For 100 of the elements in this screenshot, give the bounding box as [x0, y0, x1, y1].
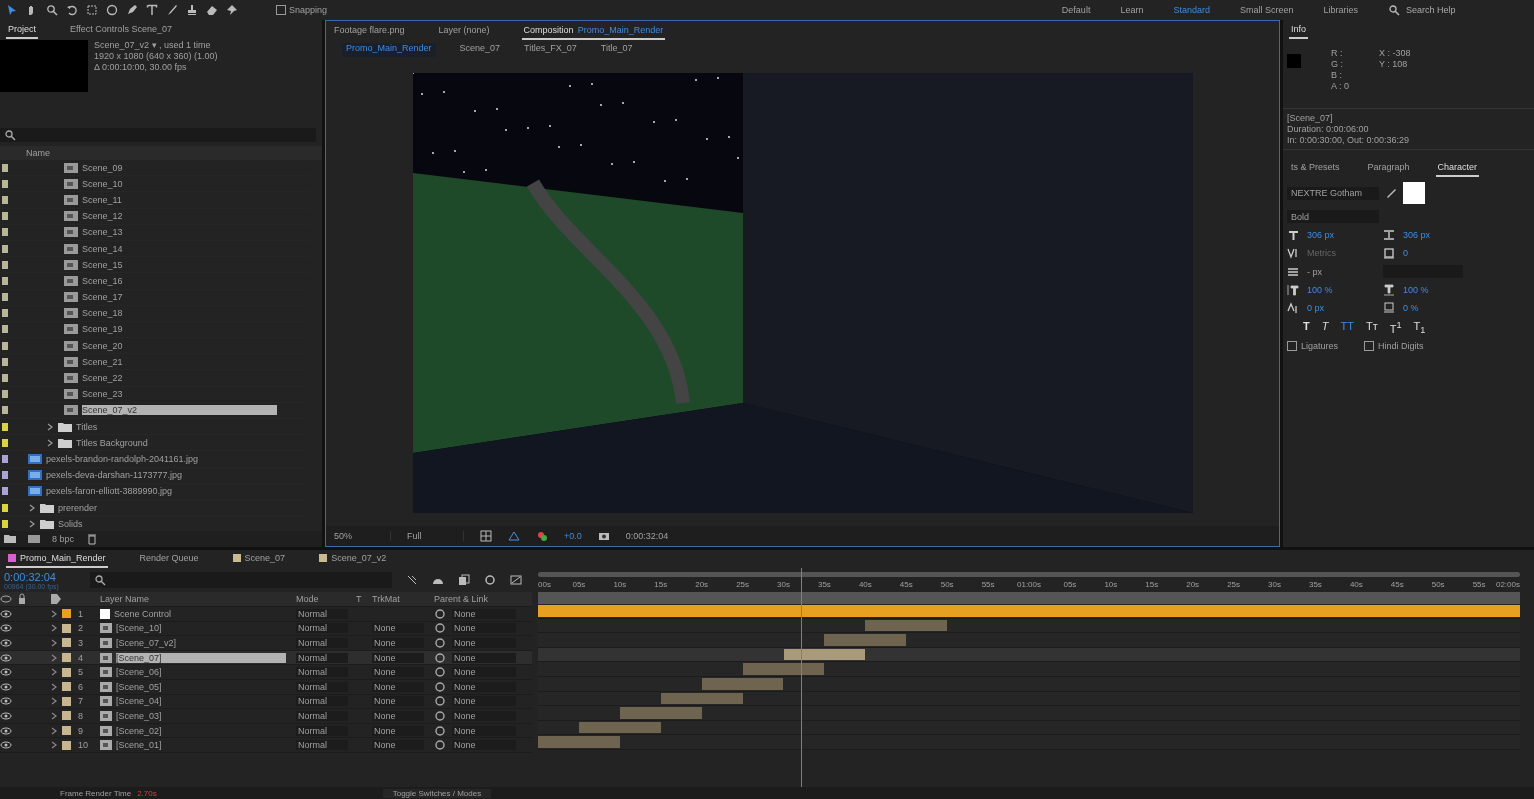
label-color-swatch[interactable] [2, 260, 8, 269]
workspace-tab[interactable]: Small Screen [1239, 5, 1294, 15]
label-color-swatch[interactable] [62, 609, 71, 619]
column-header[interactable]: T [356, 594, 372, 604]
column-header[interactable]: Name [26, 148, 50, 158]
layer-row[interactable]: 1 Scene Control Normal None [0, 607, 532, 622]
project-item[interactable]: pexels-brandon-randolph-2041161.jpg [0, 451, 308, 468]
workspace-tab[interactable]: Default [1061, 5, 1091, 15]
layer-name[interactable]: [Scene_07_v2] [116, 638, 177, 648]
column-header[interactable]: Mode [296, 594, 356, 604]
project-item[interactable]: Scene_12 [0, 208, 308, 225]
eyedropper-icon[interactable] [1385, 187, 1397, 199]
blend-mode-dropdown[interactable]: Normal [296, 710, 348, 721]
project-item[interactable]: Scene_21 [0, 354, 308, 371]
ellipse-icon[interactable] [106, 4, 118, 16]
project-item[interactable]: Scene_16 [0, 273, 308, 290]
zoom-dropdown[interactable]: 50% [334, 531, 391, 541]
eye-icon[interactable] [0, 724, 12, 737]
brush-icon[interactable] [166, 4, 178, 16]
layer-name[interactable]: [Scene_03] [116, 710, 162, 721]
font-family-dropdown[interactable]: NEXTRE Gotham [1287, 186, 1379, 200]
parent-dropdown[interactable]: None [452, 608, 516, 619]
snapping-checkbox[interactable]: Snapping [276, 5, 328, 15]
option-checkbox[interactable]: Ligatures [1287, 341, 1339, 352]
layer-search-field[interactable] [90, 572, 392, 588]
label-color-swatch[interactable] [2, 179, 8, 188]
layer-duration-bar[interactable] [578, 721, 661, 734]
font-size-value[interactable]: 306 px [1307, 230, 1335, 240]
layer-name[interactable]: [Scene_10] [116, 623, 162, 634]
text-style-button[interactable]: T [1321, 320, 1329, 336]
parent-dropdown[interactable]: None [452, 638, 516, 648]
parent-dropdown[interactable]: None [452, 696, 516, 707]
pen-icon[interactable] [126, 4, 138, 16]
crop-icon[interactable] [86, 4, 98, 16]
pick-whip-icon[interactable] [434, 666, 446, 679]
parent-dropdown[interactable]: None [452, 740, 516, 751]
workspace-tab[interactable]: Standard [1173, 5, 1210, 15]
project-item[interactable]: pexels-faron-elliott-3889990.jpg [0, 483, 308, 500]
zoom-icon[interactable] [46, 4, 58, 16]
vertical-scale-value[interactable]: 100 % [1307, 285, 1333, 295]
project-item[interactable]: Titles Background [0, 435, 308, 452]
eye-icon[interactable] [0, 680, 12, 693]
text-style-button[interactable]: Tт [1365, 320, 1378, 336]
breadcrumb[interactable]: Promo_Main_Render [342, 43, 436, 57]
fill-color-swatch[interactable] [1403, 182, 1425, 204]
project-item[interactable]: Scene_15 [0, 257, 308, 274]
rotate-icon[interactable] [66, 4, 78, 16]
project-item[interactable]: Scene_07_v2 [0, 402, 308, 419]
layer-row[interactable]: 7 [Scene_04] Normal None None [0, 694, 532, 710]
text-style-button[interactable]: T$^{1}$ [1389, 320, 1402, 336]
parent-dropdown[interactable]: None [452, 623, 516, 634]
eye-icon[interactable] [0, 622, 12, 635]
panel-tab[interactable]: Character [1435, 159, 1480, 177]
timecode[interactable]: 0:00:32:04 [4, 570, 76, 583]
pin-icon[interactable] [226, 4, 238, 16]
label-color-swatch[interactable] [2, 228, 8, 237]
blend-mode-dropdown[interactable]: Normal [296, 638, 348, 648]
text-style-button[interactable]: T [1303, 320, 1310, 336]
mask-icon[interactable] [508, 530, 520, 542]
chevron-icon[interactable] [28, 519, 36, 528]
project-item[interactable]: Scene_18 [0, 305, 308, 322]
timeline-tab[interactable]: Scene_07 [230, 550, 288, 568]
label-color-swatch[interactable] [62, 726, 71, 736]
pick-whip-icon[interactable] [434, 695, 446, 708]
pick-whip-icon[interactable] [434, 680, 446, 693]
label-color-swatch[interactable] [2, 357, 8, 366]
track-matte-dropdown[interactable]: None [372, 667, 424, 678]
layer-name[interactable]: [Scene_05] [116, 681, 162, 692]
project-item[interactable]: Scene_19 [0, 321, 308, 339]
label-color-swatch[interactable] [62, 623, 71, 633]
project-item[interactable]: Scene_23 [0, 386, 308, 403]
track-matte-dropdown[interactable]: None [372, 696, 424, 707]
parent-dropdown[interactable]: None [452, 652, 516, 663]
color-channels-icon[interactable] [536, 530, 548, 542]
leading-value[interactable]: 306 px [1403, 230, 1431, 240]
option-checkbox[interactable]: Hindi Digits [1364, 341, 1424, 352]
graph-editor-icon[interactable] [510, 574, 522, 586]
layer-name[interactable]: [Scene_04] [116, 696, 162, 707]
panel-tab[interactable]: Effect Controls Scene_07 [68, 21, 174, 39]
label-color-swatch[interactable] [2, 163, 8, 172]
frame-blending-icon[interactable] [458, 574, 470, 586]
pick-whip-icon[interactable] [434, 637, 446, 649]
trash-icon[interactable] [86, 533, 99, 545]
workspace-tab[interactable]: Libraries [1323, 5, 1358, 15]
bit-depth-label[interactable]: 8 bpc [52, 534, 75, 544]
layer-name[interactable]: [Scene_06] [116, 667, 162, 678]
pick-whip-icon[interactable] [434, 709, 446, 722]
eye-icon[interactable] [0, 607, 12, 620]
grid-icon[interactable] [480, 530, 492, 542]
viewer-tab[interactable]: Composition Promo_Main_Render [521, 22, 666, 40]
label-color-swatch[interactable] [2, 244, 8, 253]
eraser-icon[interactable] [206, 4, 218, 16]
breadcrumb[interactable]: Titles_FX_07 [524, 43, 577, 57]
layer-duration-bar[interactable] [701, 677, 784, 690]
chevron-icon[interactable] [46, 438, 54, 447]
timeline-tab[interactable]: Scene_07_v2 [317, 550, 389, 568]
layer-row[interactable]: 3 [Scene_07_v2] Normal None None [0, 636, 532, 651]
label-color-swatch[interactable] [2, 519, 8, 528]
column-header[interactable]: TrkMat [372, 594, 434, 604]
project-item[interactable]: Scene_20 [0, 338, 308, 355]
